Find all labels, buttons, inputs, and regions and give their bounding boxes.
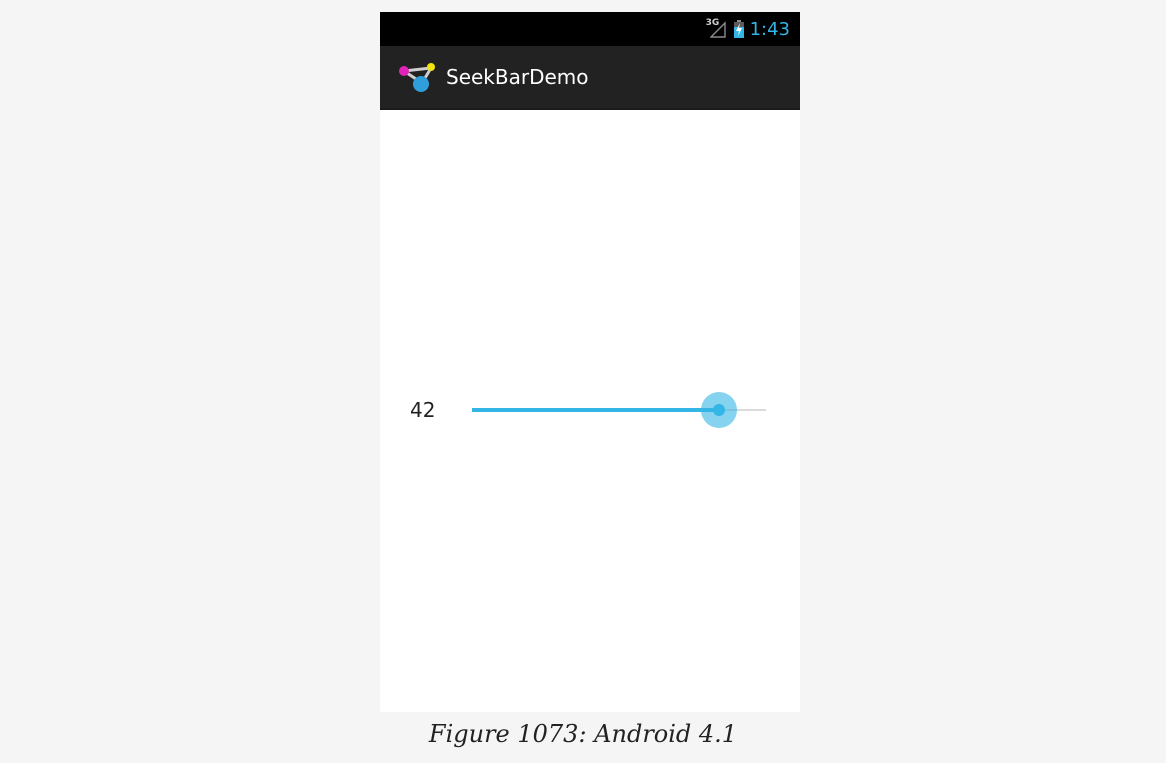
app-title: SeekBarDemo: [446, 65, 589, 89]
status-icons: 3G 1:43: [706, 12, 790, 46]
seekbar-value-label: 42: [410, 398, 436, 422]
seekbar-thumb[interactable]: [701, 392, 737, 428]
main-content: 42: [380, 110, 800, 712]
app-logo-icon[interactable]: [396, 60, 436, 94]
status-clock: 1:43: [749, 18, 790, 40]
figure-caption: Figure 1073: Android 4.1: [428, 720, 738, 748]
seekbar-thumb-core: [713, 404, 725, 416]
device-screen: 3G 1:43 SeekBarDemo 42: [380, 12, 800, 712]
seekbar[interactable]: [472, 392, 766, 428]
action-bar: SeekBarDemo: [380, 46, 800, 110]
status-bar: 3G 1:43: [380, 12, 800, 46]
seekbar-progress: [472, 408, 719, 412]
cell-signal-icon: 3G: [706, 18, 726, 40]
battery-charging-icon: [733, 20, 744, 38]
